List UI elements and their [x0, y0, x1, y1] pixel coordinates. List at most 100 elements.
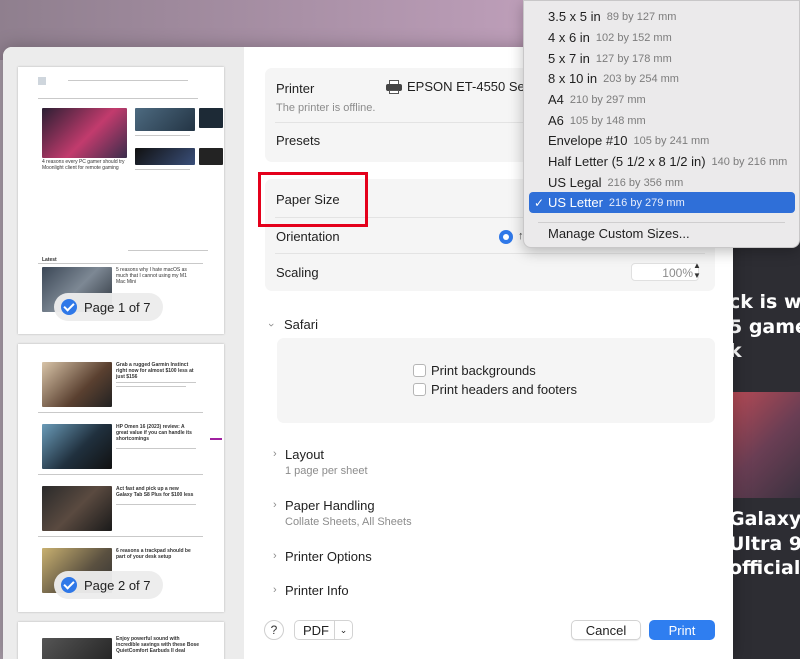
checkmark-icon: ✓ [534, 195, 545, 210]
scaling-input[interactable]: 100% [631, 263, 699, 281]
menu-item-8x10[interactable]: 8 x 10 in 203 by 254 mm [529, 68, 795, 89]
paper-handling-section-title[interactable]: Paper Handling [285, 498, 375, 513]
safari-options-card: Print backgrounds Print headers and foot… [277, 338, 715, 423]
preview-pane[interactable]: 4 reasons every PC gamer should try Moon… [3, 47, 244, 659]
article-image [42, 108, 127, 158]
menu-item-dims: 102 by 152 mm [595, 31, 672, 44]
menu-item-us-legal[interactable]: US Legal 216 by 356 mm [529, 172, 795, 193]
page-thumbnail-3[interactable]: Enjoy powerful sound with incredible sav… [18, 622, 224, 659]
pdf-button[interactable]: PDF ⌄ [294, 620, 353, 640]
background-headline: 5 games [729, 316, 800, 338]
paper-size-menu[interactable]: 3.5 x 5 in 89 by 127 mm 4 x 6 in 102 by … [523, 0, 800, 248]
background-headline: Galaxy Bo [729, 508, 800, 530]
menu-item-dims: 105 by 148 mm [569, 114, 646, 127]
text-line [116, 448, 196, 449]
nav-bar [68, 80, 188, 81]
chevron-right-icon[interactable]: › [273, 448, 277, 460]
menu-item-name: 8 x 10 in [548, 71, 598, 86]
nav-bar [38, 98, 198, 99]
article-caption: HP Omen 16 (2023) review: A great value … [116, 424, 192, 442]
scaling-stepper[interactable]: ▲ ▼ [691, 261, 703, 283]
menu-item-name: US Letter [548, 195, 603, 210]
checkmark-icon [61, 577, 77, 593]
background-photo [733, 392, 800, 498]
text-line [116, 504, 196, 505]
text-line [135, 135, 190, 136]
article-caption: Grab a rugged Garmin Instinct right now … [116, 362, 194, 380]
text-line [135, 169, 190, 170]
menu-item-name: 3.5 x 5 in [548, 9, 601, 24]
article-caption: 4 reasons every PC gamer should try Moon… [42, 159, 125, 171]
printer-label: Printer [276, 81, 315, 96]
menu-item-envelope-10[interactable]: Envelope #10 105 by 241 mm [529, 130, 795, 151]
menu-item-us-letter[interactable]: ✓ US Letter 216 by 279 mm [529, 192, 795, 213]
article-caption: Act fast and pick up a new Galaxy Tab S8… [116, 486, 194, 498]
printer-select[interactable]: EPSON ET-4550 Seri [386, 79, 532, 94]
chevron-up-icon[interactable]: ▲ [693, 261, 701, 270]
layout-section-title[interactable]: Layout [285, 447, 324, 462]
menu-item-dims: 140 by 216 mm [711, 155, 788, 168]
paper-size-highlight [258, 172, 368, 227]
cancel-button[interactable]: Cancel [571, 620, 641, 640]
text-line [38, 263, 203, 264]
menu-item-3-5x5[interactable]: 3.5 x 5 in 89 by 127 mm [529, 6, 795, 27]
printer-options-section-title[interactable]: Printer Options [285, 549, 372, 564]
menu-item-4x6[interactable]: 4 x 6 in 102 by 152 mm [529, 27, 795, 48]
chevron-right-icon[interactable]: › [273, 550, 277, 562]
print-headers-label[interactable]: Print headers and footers [431, 382, 577, 397]
menu-item-dims: 210 by 297 mm [569, 93, 646, 106]
paper-handling-summary: Collate Sheets, All Sheets [285, 516, 412, 528]
text-line [38, 412, 203, 413]
background-headline: ck is wor [729, 291, 800, 313]
page-badge-2[interactable]: Page 2 of 7 [54, 571, 163, 599]
article-image [42, 362, 112, 407]
article-caption: 6 reasons a trackpad should be part of y… [116, 548, 191, 560]
page-badge-label: Page 2 of 7 [84, 577, 151, 593]
chevron-down-icon[interactable]: ⌄ [334, 621, 352, 639]
background-headline: Ultra 9 1 [729, 533, 800, 555]
text-line [116, 382, 196, 383]
menu-item-a6[interactable]: A6 105 by 148 mm [529, 110, 795, 131]
menu-item-dims: 216 by 356 mm [607, 176, 684, 189]
page-badge-1[interactable]: Page 1 of 7 [54, 293, 163, 321]
article-caption: Enjoy powerful sound with incredible sav… [116, 636, 200, 654]
safari-section-title[interactable]: Safari [284, 317, 318, 332]
background-headline: official P [729, 557, 800, 579]
menu-item-dims: 216 by 279 mm [608, 196, 685, 209]
menu-item-dims: 105 by 241 mm [633, 134, 710, 147]
print-headers-checkbox[interactable] [413, 383, 426, 396]
accent-mark [210, 438, 222, 440]
chevron-right-icon[interactable]: › [273, 499, 277, 511]
text-line [38, 474, 203, 475]
article-caption: 5 reasons why I hate macOS as much that … [116, 267, 187, 285]
menu-item-name: Manage Custom Sizes... [548, 226, 690, 241]
menu-item-name: Half Letter (5 1/2 x 8 1/2 in) [548, 154, 706, 169]
menu-item-dims: 127 by 178 mm [595, 52, 672, 65]
print-backgrounds-label[interactable]: Print backgrounds [431, 363, 536, 378]
print-backgrounds-checkbox[interactable] [413, 364, 426, 377]
menu-item-name: A4 [548, 92, 564, 107]
article-image [42, 424, 112, 469]
orientation-portrait-radio[interactable] [499, 230, 513, 244]
menu-item-a4[interactable]: A4 210 by 297 mm [529, 89, 795, 110]
chevron-down-icon[interactable]: › [265, 323, 277, 327]
menu-item-5x7[interactable]: 5 x 7 in 127 by 178 mm [529, 48, 795, 69]
checkmark-icon [61, 299, 77, 315]
menu-item-half-letter[interactable]: Half Letter (5 1/2 x 8 1/2 in) 140 by 21… [529, 151, 795, 172]
site-logo [38, 77, 46, 85]
help-button[interactable]: ? [264, 620, 284, 640]
orientation-label: Orientation [276, 229, 340, 244]
chevron-right-icon[interactable]: › [273, 584, 277, 596]
scaling-value: 100% [662, 266, 693, 280]
print-button[interactable]: Print [649, 620, 715, 640]
chevron-down-icon[interactable]: ▼ [693, 271, 701, 280]
menu-item-name: US Legal [548, 175, 602, 190]
printer-status: The printer is offline. [276, 102, 376, 114]
menu-item-name: 4 x 6 in [548, 30, 590, 45]
menu-item-dims: 89 by 127 mm [606, 10, 677, 23]
printer-info-section-title[interactable]: Printer Info [285, 583, 349, 598]
pdf-button-label: PDF [303, 622, 329, 638]
article-image [42, 486, 112, 531]
printer-name: EPSON ET-4550 Seri [407, 79, 532, 94]
menu-item-manage-custom-sizes[interactable]: Manage Custom Sizes... [529, 223, 795, 244]
